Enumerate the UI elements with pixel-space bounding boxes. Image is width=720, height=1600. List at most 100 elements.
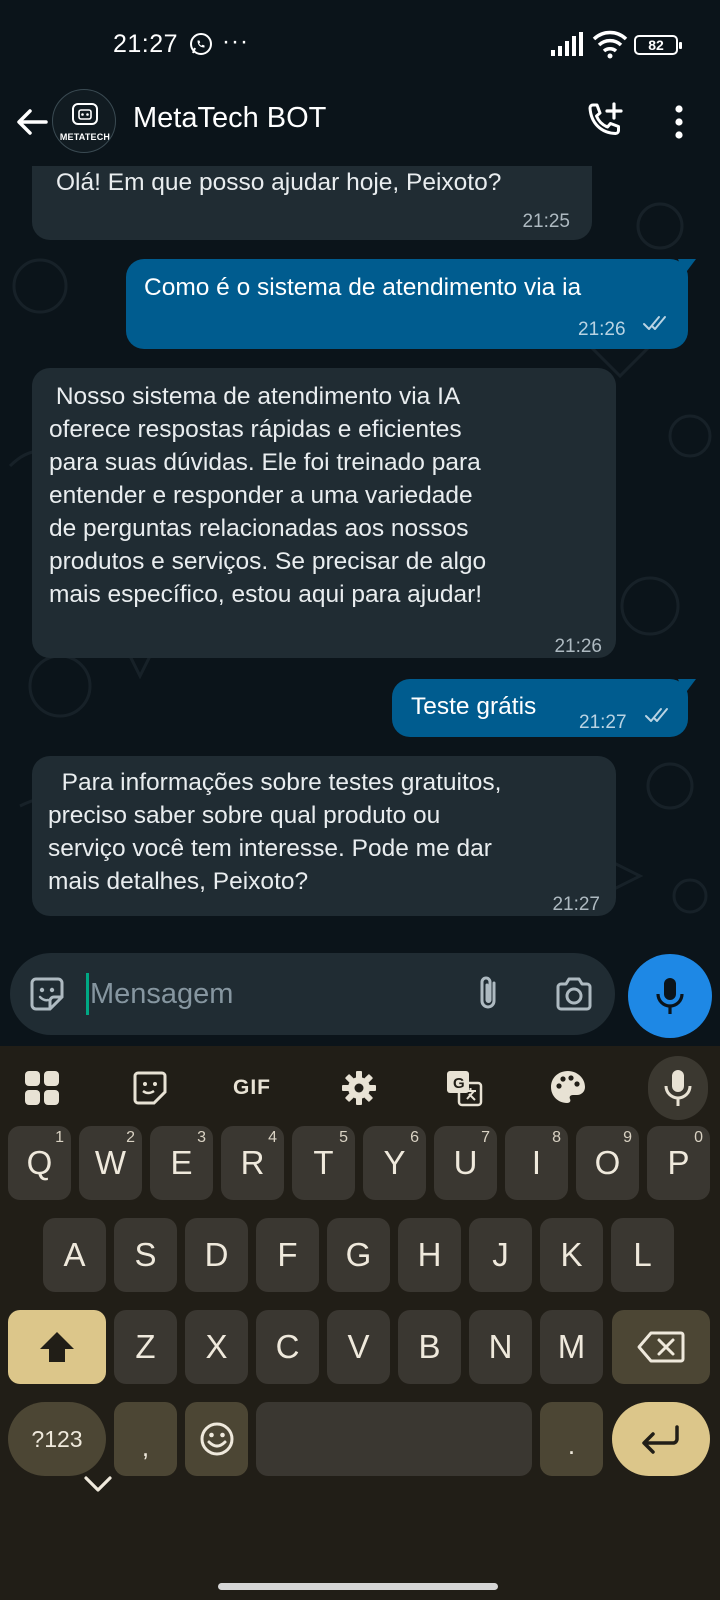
key-z[interactable]: Z <box>114 1310 177 1384</box>
key-label: R <box>240 1144 265 1181</box>
key-hint: 2 <box>126 1129 135 1146</box>
key-label: D <box>204 1236 229 1273</box>
key-label: I <box>531 1144 542 1181</box>
keyboard-gif-button[interactable]: GIF <box>230 1066 274 1110</box>
wifi-icon <box>592 30 628 59</box>
emoji-key[interactable] <box>185 1402 248 1476</box>
key-v[interactable]: V <box>327 1310 390 1384</box>
key-a[interactable]: A <box>43 1218 106 1292</box>
key-j[interactable]: J <box>469 1218 532 1292</box>
key-label: F <box>277 1236 298 1273</box>
key-n[interactable]: N <box>469 1310 532 1384</box>
key-label: , <box>141 1431 150 1462</box>
key-hint: 6 <box>410 1129 419 1146</box>
key-u[interactable]: U7 <box>434 1126 497 1200</box>
read-receipt-icon <box>643 316 666 330</box>
key-label: N <box>488 1328 513 1365</box>
key-m[interactable]: M <box>540 1310 603 1384</box>
keyboard-sticker-button[interactable] <box>128 1066 172 1110</box>
key-g[interactable]: G <box>327 1218 390 1292</box>
key-w[interactable]: W2 <box>79 1126 142 1200</box>
keyboard-voice-input-button[interactable] <box>648 1056 708 1120</box>
home-indicator[interactable] <box>218 1583 498 1590</box>
key-label: X <box>205 1328 228 1365</box>
more-options-icon[interactable] <box>664 102 694 142</box>
comma-key[interactable]: , <box>114 1402 177 1476</box>
keyboard-translate-button[interactable]: G <box>442 1066 486 1110</box>
key-t[interactable]: T5 <box>292 1126 355 1200</box>
key-b[interactable]: B <box>398 1310 461 1384</box>
key-label: Q <box>26 1144 53 1181</box>
space-key[interactable] <box>256 1402 532 1476</box>
key-f[interactable]: F <box>256 1218 319 1292</box>
key-hint: 3 <box>197 1129 206 1146</box>
key-label: G <box>345 1236 372 1273</box>
attach-icon[interactable] <box>472 973 506 1013</box>
outgoing-message[interactable]: Teste grátis 21:27 <box>392 679 696 737</box>
key-label: C <box>275 1328 300 1365</box>
camera-icon[interactable] <box>554 975 594 1013</box>
message-text: Teste grátis <box>411 693 537 720</box>
key-hint: 1 <box>55 1129 64 1146</box>
message-list[interactable]: Olá! Em que posso ajudar hoje, Peixoto? … <box>0 166 720 946</box>
add-call-icon[interactable] <box>584 100 626 142</box>
chat-header: METATECH MetaTech BOT <box>0 88 720 166</box>
incoming-message[interactable]: Para informações sobre testes gratuitos,… <box>32 756 616 916</box>
key-hint: 4 <box>268 1129 277 1146</box>
key-y[interactable]: Y6 <box>363 1126 426 1200</box>
message-text: Olá! Em que posso ajudar hoje, Peixoto? <box>56 169 502 196</box>
key-label: ?123 <box>31 1425 83 1452</box>
translate-icon: G <box>447 1071 483 1107</box>
key-q[interactable]: Q1 <box>8 1126 71 1200</box>
key-h[interactable]: H <box>398 1218 461 1292</box>
message-time: 21:27 <box>579 712 627 733</box>
key-d[interactable]: D <box>185 1218 248 1292</box>
keyboard-apps-button[interactable] <box>20 1066 64 1110</box>
apps-grid-icon <box>25 1071 59 1105</box>
key-label: A <box>63 1236 86 1273</box>
back-arrow-icon[interactable] <box>12 102 52 142</box>
sticker-icon <box>133 1071 167 1105</box>
key-i[interactable]: I8 <box>505 1126 568 1200</box>
voice-message-button[interactable] <box>628 954 712 1038</box>
key-s[interactable]: S <box>114 1218 177 1292</box>
period-key[interactable]: . <box>540 1402 603 1476</box>
bubble-tail <box>678 679 696 695</box>
incoming-message[interactable]: Olá! Em que posso ajudar hoje, Peixoto? … <box>32 166 592 240</box>
keyboard-theme-button[interactable] <box>546 1066 590 1110</box>
key-p[interactable]: P0 <box>647 1126 710 1200</box>
key-label: J <box>492 1236 509 1273</box>
message-text: Para informações sobre testes gratuitos,… <box>48 769 502 895</box>
key-l[interactable]: L <box>611 1218 674 1292</box>
sticker-icon[interactable] <box>28 975 66 1013</box>
key-hint: 8 <box>552 1129 561 1146</box>
shift-key[interactable] <box>8 1310 106 1384</box>
symbols-key[interactable]: ?123 <box>8 1402 106 1476</box>
backspace-key[interactable] <box>612 1310 710 1384</box>
hide-keyboard-icon[interactable] <box>82 1474 114 1494</box>
chat-title[interactable]: MetaTech BOT <box>133 102 326 135</box>
text-cursor <box>86 973 89 1015</box>
avatar-label: METATECH <box>59 132 111 142</box>
key-x[interactable]: X <box>185 1310 248 1384</box>
avatar[interactable]: METATECH <box>52 89 116 153</box>
key-o[interactable]: O9 <box>576 1126 639 1200</box>
key-r[interactable]: R4 <box>221 1126 284 1200</box>
key-k[interactable]: K <box>540 1218 603 1292</box>
incoming-message[interactable]: Nosso sistema de atendimento via IA ofer… <box>32 368 616 658</box>
enter-key[interactable] <box>612 1402 710 1476</box>
keyboard-settings-button[interactable] <box>337 1066 381 1110</box>
outgoing-message[interactable]: Como é o sistema de atendimento via ia 2… <box>126 259 696 349</box>
message-input[interactable] <box>90 970 450 1018</box>
key-label: S <box>134 1236 157 1273</box>
key-label: M <box>557 1328 586 1365</box>
key-label: P <box>667 1144 690 1181</box>
palette-icon <box>551 1071 585 1103</box>
key-hint: 7 <box>481 1129 490 1146</box>
key-c[interactable]: C <box>256 1310 319 1384</box>
message-time: 21:27 <box>552 894 600 915</box>
key-label: O <box>594 1144 621 1181</box>
key-label: B <box>418 1328 441 1365</box>
metatech-logo-icon <box>72 103 98 125</box>
key-e[interactable]: E3 <box>150 1126 213 1200</box>
